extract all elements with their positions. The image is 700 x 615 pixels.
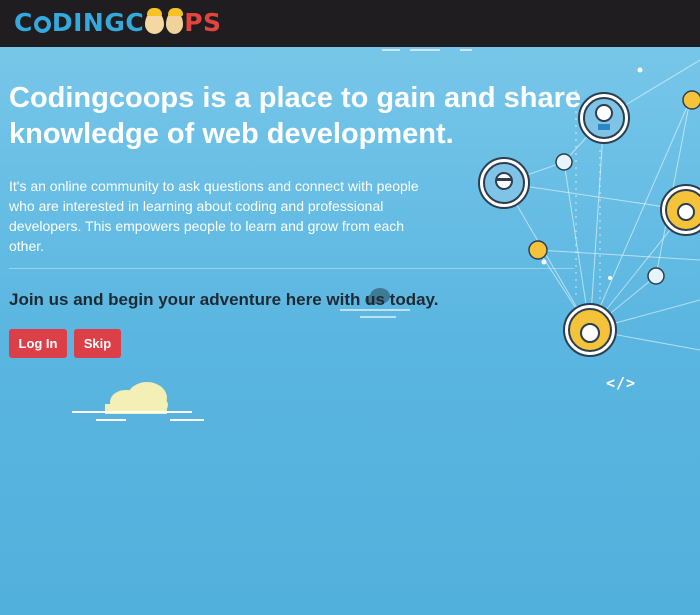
logo-letter-c: C (14, 8, 33, 37)
cloud-yellow-icon (105, 382, 168, 414)
logo-egg-icon (166, 8, 184, 34)
code-tag-icon: </> (606, 374, 637, 392)
call-to-action-text: Join us and begin your adventure here wi… (9, 290, 439, 309)
login-button[interactable]: Log In (9, 329, 67, 358)
logo-o-ring-icon (33, 16, 51, 33)
avatar-woman-center-icon (563, 303, 617, 357)
avatar-woman-blond-icon (660, 184, 700, 236)
hero-title: Codingcoops is a place to gain and share… (9, 82, 582, 150)
top-navbar: C DINGC PS (0, 0, 700, 47)
section-divider (9, 268, 574, 269)
user-node-small-icon (555, 153, 665, 285)
logo-egg-chick-icon (145, 8, 165, 34)
logo-text-dingc: DINGC (51, 8, 145, 37)
logo-text-ps: PS (184, 8, 222, 37)
hero-description: It's an online community to ask question… (9, 178, 419, 254)
skip-button[interactable]: Skip (74, 329, 121, 358)
codingcoops-logo[interactable]: C DINGC PS (14, 6, 222, 40)
avatar-man-glasses-icon (478, 157, 530, 209)
